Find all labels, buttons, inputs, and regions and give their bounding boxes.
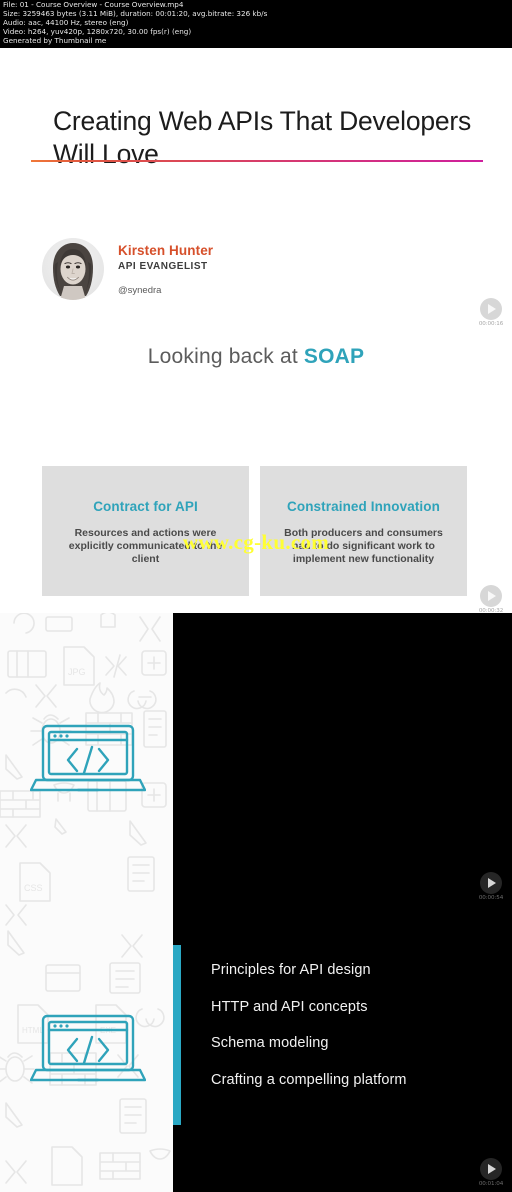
laptop-code-icon-top [30, 724, 146, 792]
soap-heading: Looking back at SOAP [0, 345, 512, 369]
slide-soap-card: Looking back at SOAP Contract for API Re… [0, 313, 512, 613]
person-photo-avatar-icon [42, 238, 104, 300]
soap-heading-keyword: SOAP [303, 345, 365, 368]
agenda-accent-bar [173, 945, 181, 1125]
author-handle: @synedra [118, 285, 162, 296]
agenda-item-2: HTTP and API concepts [211, 998, 368, 1015]
play-timestamp-3: 00:00:54 [478, 895, 504, 901]
play-overlay-2[interactable]: 00:00:32 [474, 585, 508, 614]
title-gradient-rule [31, 160, 483, 162]
avatar [42, 238, 104, 300]
play-timestamp-4: 00:01:04 [478, 1181, 504, 1187]
svg-text:JPG: JPG [68, 667, 86, 677]
soap-card-innovation-title: Constrained Innovation [287, 499, 440, 514]
play-overlay-4[interactable]: 00:01:04 [474, 1158, 508, 1187]
play-timestamp-1: 00:00:16 [478, 321, 504, 327]
author-meta: Kirsten Hunter API EVANGELIST @synedra [118, 242, 213, 298]
thumbnail-cell-top[interactable]: Creating Web APIs That Developers Will L… [0, 48, 512, 613]
play-button-icon-1[interactable] [480, 298, 502, 320]
author-role: API EVANGELIST [118, 261, 208, 272]
site-watermark: www.cg-ku.com [182, 530, 330, 554]
play-overlay-1[interactable]: 00:00:16 [474, 298, 508, 327]
play-button-icon-4[interactable] [480, 1158, 502, 1180]
dev-icon-pattern-panel: JPG CSS HTML EXE [0, 613, 173, 1192]
svg-text:CSS: CSS [24, 883, 43, 893]
agenda-list: Principles for API design HTTP and API c… [211, 961, 501, 1107]
thumbnail-cell-bottom[interactable]: JPG CSS HTML EXE Principles for API desi… [0, 613, 512, 1192]
author-name: Kirsten Hunter [118, 243, 214, 258]
dev-icons-pattern: JPG CSS HTML EXE [0, 613, 171, 1186]
soap-card-contract-title: Contract for API [93, 499, 198, 514]
author-block: Kirsten Hunter API EVANGELIST @synedra [42, 238, 292, 302]
agenda-item-4: Crafting a compelling platform [211, 1071, 407, 1088]
agenda-item-3: Schema modeling [211, 1035, 329, 1051]
play-button-icon-3[interactable] [480, 872, 502, 894]
thumbnail-contact-sheet: File: 01 - Course Overview - Course Over… [0, 0, 512, 1192]
laptop-code-icon-bottom [30, 1014, 146, 1082]
slide-agenda-card: JPG CSS HTML EXE Principles for API desi… [0, 613, 512, 1192]
info-line-generator: Generated by Thumbnail me [3, 35, 107, 45]
media-info-header: File: 01 - Course Overview - Course Over… [0, 0, 512, 48]
play-button-icon-2[interactable] [480, 585, 502, 607]
play-overlay-3[interactable]: 00:00:54 [474, 872, 508, 901]
play-timestamp-2: 00:00:32 [478, 608, 504, 614]
soap-heading-prefix: Looking back at [147, 345, 304, 368]
agenda-item-1: Principles for API design [211, 962, 371, 978]
